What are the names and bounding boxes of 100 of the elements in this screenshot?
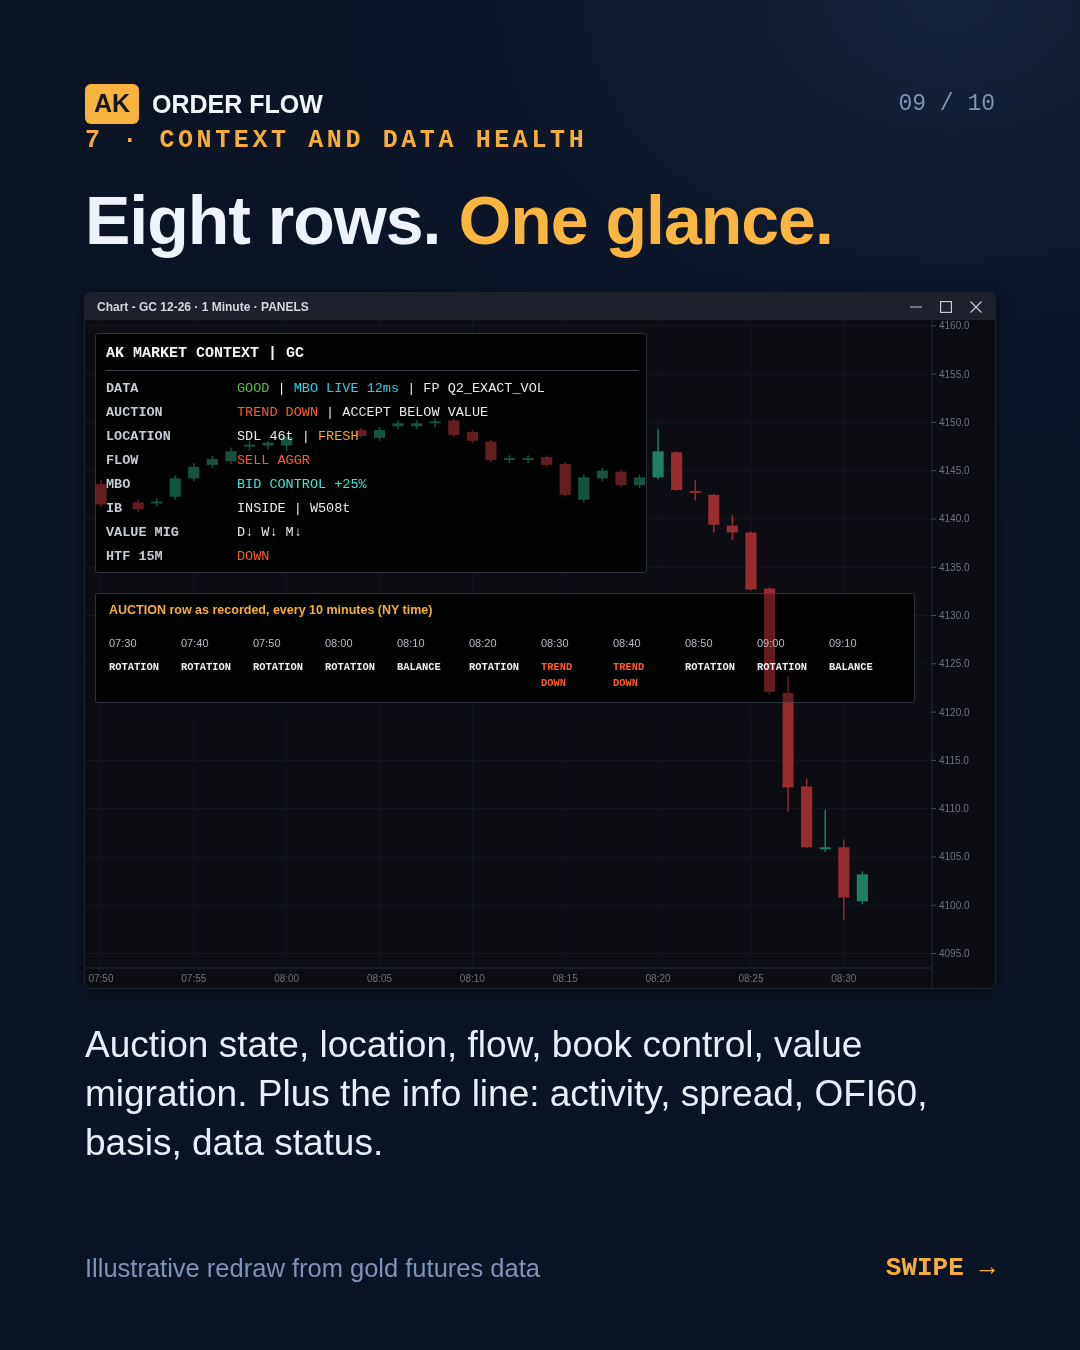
rising-candle [243,439,256,452]
time-label: 08:05 [367,973,393,984]
row-label: HTF 15M [106,548,163,564]
price-label: 4125.0 [939,658,970,670]
rising-candle [206,455,218,469]
description: Auction state, location, flow, book control, value migration. Plus the info line: activity, spread, OFI60, basis, data status. [85,1023,929,1165]
close-icon [970,300,982,313]
row-label: IB [106,500,123,516]
slot-state: TREND DOWN [541,660,574,691]
row-label: FLOW [106,452,139,468]
price-label: 4120.0 [939,706,970,718]
time-label: 08:00 [274,973,300,984]
falling-candle [671,450,683,492]
falling-candle [132,498,144,513]
slot-state: ROTATION [253,660,304,675]
row-label: MBO [106,476,131,492]
rising-candle [169,474,181,501]
falling-candle [689,479,701,502]
row-value: D↓ W↓ M↓ [237,525,302,539]
time-label: 07:50 [88,973,114,984]
slot-time: 08:30 [541,636,569,651]
falling-candle [559,461,571,498]
row-label: LOCATION [106,428,171,444]
source-note: Illustrative redraw from gold futures data [85,1253,540,1284]
rising-candle [411,419,423,430]
slot-time: 09:00 [757,636,785,651]
price-label: 4100.0 [939,899,970,911]
slot-state: ROTATION [757,660,808,675]
time-label: 08:30 [831,973,857,984]
falling-candle [708,493,720,534]
rising-candle [652,428,664,481]
time-label: 08:25 [738,973,764,984]
slot-time: 07:30 [109,636,137,651]
panel-title: AK MARKET CONTEXT | GC [106,345,305,362]
brand-name: ORDER FLOW [152,89,323,119]
rising-candle [188,462,200,483]
price-label: 4155.0 [939,368,970,380]
price-label: 4135.0 [939,561,970,573]
rising-candle [429,417,441,428]
time-label: 08:10 [459,973,485,984]
rising-candle [596,467,608,483]
rising-candle [151,497,163,508]
price-label: 4145.0 [939,465,970,477]
slot-state: BALANCE [829,660,874,675]
rising-candle [373,426,386,442]
rising-candle [262,439,274,451]
slot-state: ROTATION [325,660,376,675]
rising-candle [819,808,831,853]
slot-time: 07:50 [253,636,281,651]
row-value: INSIDE | W508t [237,501,351,515]
price-label: 4160.0 [939,320,970,332]
rising-candle [856,870,868,905]
slot-state: ROTATION [469,660,520,675]
row-value: TREND DOWN | ACCEPT BELOW VALUE [237,405,489,419]
falling-candle [448,417,460,438]
falling-candle [615,468,627,488]
row-value: BID CONTROL +25% [237,477,367,491]
price-label: 4105.0 [939,851,970,863]
slot-time: 08:00 [325,636,353,651]
window-title: Chart - GC 12-26 · 1 Minute · PANELS [97,298,309,315]
time-label: 08:20 [645,973,671,984]
falling-candle [485,439,497,463]
price-label: 4140.0 [939,513,970,525]
section-title: 7 · CONTEXT AND DATA HEALTH [85,125,588,157]
slot-time: 08:20 [469,636,497,651]
time-label: 08:15 [552,973,578,984]
slot-time: 09:10 [829,636,857,651]
rising-candle [522,454,534,464]
page-counter: 09 / 10 [898,90,995,119]
slot-state: BALANCE [397,660,442,675]
slot-state: ROTATION [685,660,736,675]
row-label: AUCTION [106,404,163,420]
falling-candle [726,514,738,541]
minimize-icon [910,305,922,308]
slot-state: TREND DOWN [613,660,646,691]
falling-candle [745,530,757,592]
price-label: 4115.0 [939,754,969,766]
row-value: DOWN [237,549,270,563]
price-label: 4130.0 [939,610,970,621]
brand-logo: AK [85,84,139,124]
maximize-icon [940,300,952,313]
falling-candle [466,429,478,444]
price-label: 4095.0 [939,948,970,959]
slot-time: 07:40 [181,636,209,651]
slot-time: 08:10 [397,636,425,651]
headline: Eight rows. One glance. [85,183,833,258]
rising-candle [225,446,237,465]
rising-candle [392,419,404,430]
slot-time: 08:50 [685,636,713,651]
swipe-hint: SWIPE → [885,1252,995,1285]
panel-title: AUCTION row as recorded, every 10 minutes (NY time) [109,603,433,617]
slot-time: 08:40 [613,636,641,651]
row-value: GOOD | MBO LIVE 12ms | FP Q2_EXACT_VOL [237,381,545,395]
falling-candle [541,454,553,468]
slot-state: ROTATION [109,660,160,675]
falling-candle [95,479,107,509]
time-label: 07:55 [181,973,207,984]
price-label: 4150.0 [939,416,970,428]
rising-candle [633,473,646,489]
rising-candle [503,454,516,464]
